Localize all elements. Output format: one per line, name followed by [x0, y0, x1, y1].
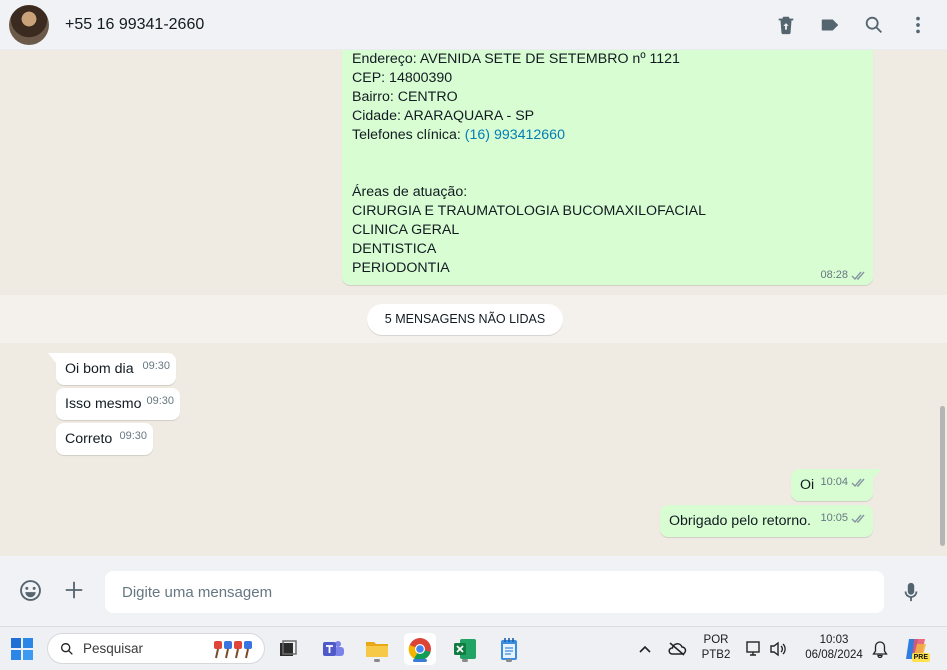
input-language[interactable]: POR PTB2 [698, 633, 734, 663]
message-meta: 10:05 [820, 502, 867, 534]
clock-date: 06/08/2024 [805, 649, 863, 661]
keyboard-layout: PTB2 [701, 649, 731, 661]
double-check-icon [851, 271, 865, 280]
windows-start-icon[interactable] [6, 633, 38, 665]
search-icon[interactable] [863, 14, 885, 36]
active-indicator [413, 659, 427, 662]
message-input[interactable] [105, 571, 884, 613]
message-time: 09:30 [146, 395, 174, 407]
microphone-icon[interactable] [900, 580, 922, 604]
message-text: Isso mesmo [65, 396, 142, 412]
incoming-message[interactable]: Isso mesmo 09:30 [56, 388, 180, 420]
chat-area[interactable]: Endereço: AVENIDA SETE DE SETEMBRO nº 11… [0, 50, 947, 556]
running-indicator [374, 659, 380, 662]
outgoing-message[interactable]: Obrigado pelo retorno. 10:05 [660, 505, 873, 537]
message-time: 08:28 [820, 269, 848, 281]
taskbar-clock[interactable]: 10:03 06/08/2024 [800, 633, 868, 663]
area-item: DENTISTICA [352, 241, 437, 257]
brushes-icon [214, 641, 252, 659]
message-text: Correto [65, 431, 113, 447]
volume-icon[interactable] [766, 633, 790, 665]
teams-icon[interactable] [317, 633, 349, 665]
phone-line: Telefones clínica: (16) 993412660 [352, 126, 863, 145]
delete-icon[interactable] [775, 14, 797, 36]
double-check-icon [851, 478, 865, 487]
language-code: POR [703, 634, 729, 646]
taskbar-search[interactable]: Pesquisar [47, 633, 265, 664]
task-view-icon[interactable] [272, 633, 304, 665]
file-explorer-icon[interactable] [361, 633, 393, 665]
label-icon[interactable] [819, 14, 841, 36]
clock-time: 10:03 [819, 634, 849, 646]
notepad-icon[interactable] [493, 633, 525, 665]
areas-title: Áreas de atuação: [352, 184, 468, 200]
chevron-up-icon[interactable] [630, 633, 660, 665]
plus-icon[interactable] [63, 579, 85, 601]
area-item: PERIODONTIA [352, 260, 450, 276]
message-time: 09:30 [142, 360, 170, 372]
chat-header: +55 16 99341-2660 [0, 0, 947, 50]
copilot-icon[interactable]: PRE [900, 633, 932, 665]
incoming-message[interactable]: Correto 09:30 [56, 423, 153, 455]
cloud-off-icon[interactable] [662, 633, 692, 665]
incoming-message[interactable]: Oi bom dia 09:30 [56, 353, 176, 385]
running-indicator [506, 659, 512, 662]
network-icon[interactable] [742, 633, 766, 665]
running-indicator [462, 659, 468, 662]
phone-label: Telefones clínica: [352, 127, 465, 143]
double-check-icon [851, 514, 865, 523]
outgoing-message[interactable]: Oi 10:04 [791, 469, 873, 501]
message-meta: 09:30 [142, 350, 170, 382]
unread-divider: 5 MENSAGENS NÃO LIDAS [367, 304, 563, 335]
phone-link[interactable]: (16) 993412660 [465, 127, 565, 143]
message-time: 10:04 [820, 476, 848, 488]
message-text: Oi bom dia [65, 361, 134, 377]
message-text: Oi [800, 477, 815, 493]
emoji-icon[interactable] [18, 578, 43, 603]
message-meta: 08:28 [820, 269, 867, 281]
notification-bell-icon[interactable] [866, 633, 894, 665]
area-item: CLINICA GERAL [352, 222, 460, 238]
header-actions [775, 0, 929, 50]
message-time: 10:05 [820, 512, 848, 524]
chrome-icon[interactable] [404, 633, 436, 665]
windows-taskbar: Pesquisar POR PTB2 10:03 06/08/2024 PRE [0, 626, 947, 670]
menu-icon[interactable] [907, 14, 929, 36]
search-label: Pesquisar [83, 641, 144, 656]
address-line: Endereço: AVENIDA SETE DE SETEMBRO nº 11… [352, 51, 680, 67]
message-meta: 09:30 [119, 420, 147, 452]
bubble-tail [873, 469, 881, 479]
contact-avatar[interactable] [9, 4, 49, 45]
chat-scrollbar[interactable] [940, 406, 945, 546]
message-meta: 10:04 [820, 466, 867, 498]
area-item: CIRURGIA E TRAUMATOLOGIA BUCOMAXILOFACIA… [352, 203, 706, 219]
message-text: Obrigado pelo retorno. [669, 513, 811, 529]
bubble-tail [48, 353, 56, 363]
clinic-info-message[interactable]: Endereço: AVENIDA SETE DE SETEMBRO nº 11… [342, 50, 873, 285]
cep-line: CEP: 14800390 [352, 70, 453, 86]
contact-name[interactable]: +55 16 99341-2660 [65, 16, 204, 34]
bairro-line: Bairro: CENTRO [352, 89, 458, 105]
city-line: Cidade: ARARAQUARA - SP [352, 108, 535, 124]
message-time: 09:30 [119, 430, 147, 442]
search-icon [61, 642, 73, 655]
composer [0, 556, 947, 626]
excel-icon[interactable] [449, 633, 481, 665]
pre-badge: PRE [911, 653, 930, 662]
message-meta: 09:30 [146, 385, 174, 417]
